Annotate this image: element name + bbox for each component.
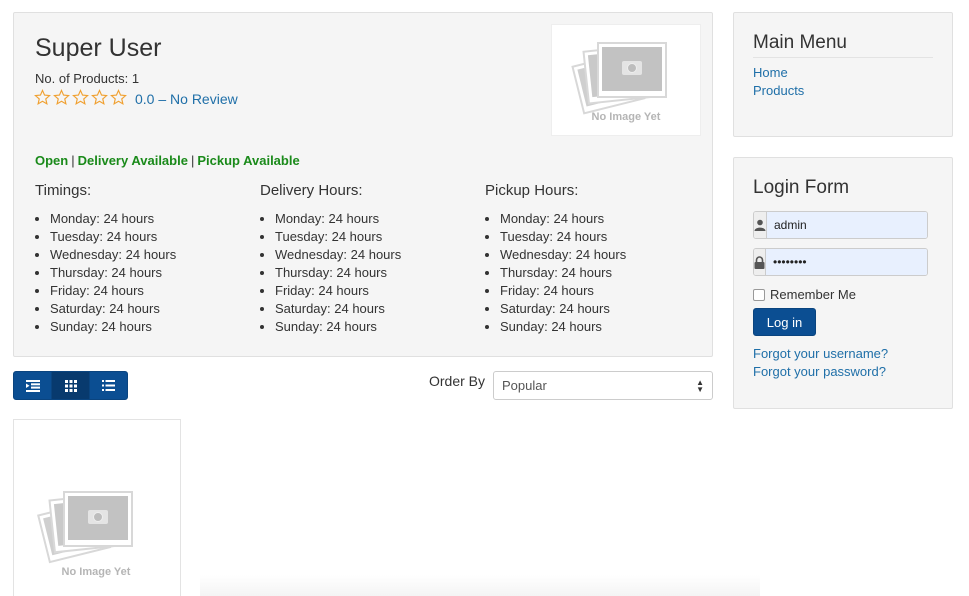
grid-view-button[interactable] <box>52 372 90 399</box>
main-menu-title: Main Menu <box>753 32 847 53</box>
star-icon <box>110 89 129 108</box>
list-item: Wednesday: 24 hours <box>50 246 255 264</box>
no-image-placeholder-icon: No Image Yet <box>37 491 133 578</box>
list-item: Wednesday: 24 hours <box>275 246 480 264</box>
list-item: Wednesday: 24 hours <box>500 246 705 264</box>
status-open: Open <box>35 153 69 168</box>
remember-me: Remember Me <box>753 287 856 302</box>
list-view-button[interactable] <box>90 372 127 399</box>
status-separator: | <box>190 153 195 168</box>
delivery-hours-list: Monday: 24 hours Tuesday: 24 hours Wedne… <box>260 210 480 336</box>
menu-item-home[interactable]: Home <box>753 65 788 80</box>
rating: 0.0 – No Review <box>34 89 238 108</box>
list-item: Monday: 24 hours <box>275 210 480 228</box>
list-item: Tuesday: 24 hours <box>275 228 480 246</box>
pickup-hours-column: Pickup Hours: Monday: 24 hours Tuesday: … <box>485 182 705 336</box>
list-item: Thursday: 24 hours <box>500 264 705 282</box>
forgot-username-link[interactable]: Forgot your username? <box>753 346 888 361</box>
product-image-caption: No Image Yet <box>62 566 131 578</box>
forgot-password-link[interactable]: Forgot your password? <box>753 364 886 379</box>
star-icon <box>34 89 53 108</box>
list-item: Monday: 24 hours <box>500 210 705 228</box>
product-card[interactable]: No Image Yet <box>13 419 181 596</box>
list-item: Tuesday: 24 hours <box>500 228 705 246</box>
footer-shade <box>200 575 760 596</box>
list-item: Friday: 24 hours <box>500 282 705 300</box>
list-icon <box>102 380 115 391</box>
username-group <box>753 211 928 239</box>
remember-me-checkbox[interactable] <box>753 288 765 301</box>
login-form-title: Login Form <box>753 177 850 198</box>
login-button[interactable]: Log in <box>753 308 816 336</box>
product-count: No. of Products: 1 <box>35 71 140 86</box>
star-icon <box>53 89 72 108</box>
list-item: Sunday: 24 hours <box>50 318 255 336</box>
remember-me-label: Remember Me <box>770 287 856 302</box>
delivery-hours-title: Delivery Hours: <box>260 182 363 199</box>
select-arrows-icon: ▲ ▼ <box>696 377 704 394</box>
vendor-name: Super User <box>35 34 162 62</box>
list-item: Thursday: 24 hours <box>50 264 255 282</box>
status-separator: | <box>71 153 75 168</box>
list-item: Tuesday: 24 hours <box>50 228 255 246</box>
password-group <box>753 248 928 276</box>
vendor-image: No Image Yet <box>551 24 701 136</box>
order-by-label: Order By <box>429 373 486 389</box>
status-pickup: Pickup Available <box>197 153 300 168</box>
indent-list-view-button[interactable] <box>14 372 52 399</box>
list-item: Sunday: 24 hours <box>275 318 480 336</box>
menu-item-products[interactable]: Products <box>753 83 804 98</box>
list-item: Friday: 24 hours <box>50 282 255 300</box>
star-icon <box>72 89 91 108</box>
indent-list-icon <box>25 379 40 392</box>
timings-column: Timings: Monday: 24 hours Tuesday: 24 ho… <box>35 182 255 336</box>
lock-icon <box>754 249 766 275</box>
vendor-panel: Super User No. of Products: 1 0.0 – No R… <box>13 12 713 357</box>
no-image-placeholder-icon: No Image Yet <box>571 42 667 123</box>
list-item: Sunday: 24 hours <box>500 318 705 336</box>
order-by-select[interactable]: Popular ▲ ▼ <box>493 371 713 400</box>
password-input[interactable] <box>766 249 927 275</box>
star-icon <box>91 89 110 108</box>
pickup-hours-title: Pickup Hours: <box>485 182 579 199</box>
list-item: Thursday: 24 hours <box>275 264 480 282</box>
login-form-module: Login Form Remember Me Log in Forgot you… <box>733 157 953 409</box>
pickup-hours-list: Monday: 24 hours Tuesday: 24 hours Wedne… <box>485 210 705 336</box>
status-line: Open | Delivery Available | Pickup Available <box>35 153 300 168</box>
timings-title: Timings: <box>35 182 92 199</box>
list-item: Friday: 24 hours <box>275 282 480 300</box>
grid-icon <box>64 379 77 392</box>
list-item: Saturday: 24 hours <box>275 300 480 318</box>
view-toggle <box>13 371 128 400</box>
timings-list: Monday: 24 hours Tuesday: 24 hours Wedne… <box>35 210 255 336</box>
list-item: Monday: 24 hours <box>50 210 255 228</box>
main-menu-module: Main Menu Home Products <box>733 12 953 137</box>
rating-link[interactable]: 0.0 – No Review <box>135 91 238 107</box>
list-item: Saturday: 24 hours <box>50 300 255 318</box>
user-icon <box>754 212 767 238</box>
vendor-image-caption: No Image Yet <box>592 111 661 123</box>
order-by-value: Popular <box>502 378 547 393</box>
list-item: Saturday: 24 hours <box>500 300 705 318</box>
delivery-hours-column: Delivery Hours: Monday: 24 hours Tuesday… <box>260 182 480 336</box>
status-delivery: Delivery Available <box>77 153 188 168</box>
divider <box>753 57 933 58</box>
username-input[interactable] <box>767 212 927 238</box>
